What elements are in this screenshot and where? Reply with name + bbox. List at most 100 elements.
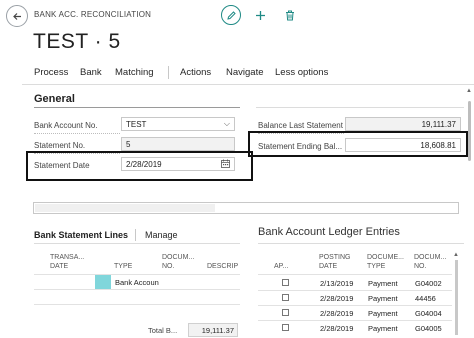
- action-separator: [168, 66, 169, 79]
- action-process[interactable]: Process: [34, 67, 68, 78]
- column-header-line: DATE: [50, 263, 69, 270]
- ledger-entries-title[interactable]: Bank Account Ledger Entries: [258, 226, 400, 238]
- edit-button[interactable]: [221, 5, 241, 25]
- column-document-type[interactable]: DOCUME... TYPE: [367, 253, 404, 271]
- scroll-up-icon[interactable]: ▲: [466, 88, 472, 94]
- cell-document-no[interactable]: G04004: [414, 307, 452, 319]
- cell-document-no[interactable]: 44456: [414, 292, 452, 304]
- applied-checkbox[interactable]: [282, 279, 289, 286]
- arrow-left-icon: [12, 12, 21, 20]
- cell-doc-no[interactable]: [162, 291, 204, 303]
- column-document-no[interactable]: DOCUM... NO.: [162, 253, 194, 271]
- cell-posting-date[interactable]: 2/13/2019: [319, 277, 365, 289]
- top-bar: BANK ACC. RECONCILIATION: [0, 0, 474, 30]
- row-divider: [34, 304, 240, 305]
- action-actions[interactable]: Actions: [180, 67, 211, 78]
- column-header-line: DATE: [319, 263, 338, 270]
- column-posting-date[interactable]: POSTING DATE: [319, 253, 351, 271]
- cell-document-type[interactable]: Payment: [367, 277, 413, 289]
- cell-date[interactable]: [50, 291, 94, 303]
- column-header-line: NO.: [414, 263, 427, 270]
- general-section-rule: [34, 107, 240, 108]
- cell-type[interactable]: [114, 291, 160, 303]
- statement-no-label: Statement No.: [34, 141, 86, 150]
- ledger-scroll-up-icon[interactable]: ▲: [453, 252, 459, 258]
- back-button[interactable]: [6, 5, 28, 27]
- applied-checkbox[interactable]: [282, 294, 289, 301]
- column-transaction-date[interactable]: TRANSA... DATE: [50, 253, 84, 271]
- general-section-title[interactable]: General: [34, 93, 75, 105]
- action-navigate[interactable]: Navigate: [226, 67, 264, 78]
- column-type[interactable]: TYPE: [114, 253, 132, 271]
- statement-no-value: 5: [126, 140, 131, 149]
- selected-cell[interactable]: [95, 275, 111, 289]
- page-scrollbar-thumb[interactable]: [468, 101, 471, 161]
- plus-icon: [255, 10, 265, 20]
- cell-description[interactable]: [207, 291, 239, 303]
- cell-posting-date[interactable]: 2/28/2019: [319, 322, 365, 334]
- cell-type[interactable]: Bank Accoun: [114, 276, 160, 288]
- cell-description[interactable]: [207, 276, 239, 288]
- column-header-line: TYPE: [114, 263, 133, 270]
- column-header-line: POSTING: [319, 254, 351, 261]
- column-header-line: NO.: [162, 263, 175, 270]
- cell-posting-date[interactable]: 2/28/2019: [319, 307, 365, 319]
- cell-document-type[interactable]: Payment: [367, 307, 413, 319]
- new-button[interactable]: [250, 5, 270, 25]
- column-applied[interactable]: AP...: [274, 253, 288, 271]
- row-divider: [258, 305, 452, 306]
- action-matching[interactable]: Matching: [115, 67, 154, 78]
- cell-doc-no[interactable]: [162, 276, 204, 288]
- chevron-down-icon[interactable]: ⌵: [224, 119, 230, 129]
- bank-statement-lines-title[interactable]: Bank Statement Lines: [34, 230, 128, 240]
- action-bar: Process Bank Matching Actions Navigate L…: [22, 62, 474, 82]
- row-divider: [258, 290, 452, 291]
- table-row[interactable]: [34, 291, 240, 303]
- action-bank[interactable]: Bank: [80, 67, 102, 78]
- bank-statement-lines-rule: [34, 243, 240, 244]
- table-row[interactable]: Bank Accoun: [34, 275, 240, 289]
- column-header-line: DOCUM...: [162, 254, 195, 261]
- statement-date-highlight-frame: [26, 151, 253, 181]
- balance-last-statement-value: 19,111.37: [421, 120, 456, 129]
- column-document-no[interactable]: DOCUM... NO.: [414, 253, 446, 271]
- cell-document-type[interactable]: Payment: [367, 292, 413, 304]
- column-description[interactable]: DESCRIP: [207, 253, 238, 271]
- bank-account-no-label: Bank Account No.: [34, 121, 98, 130]
- ledger-entries-rule: [258, 243, 464, 244]
- balance-last-statement-field: 19,111.37: [345, 117, 461, 131]
- applied-checkbox[interactable]: [282, 309, 289, 316]
- statement-no-field[interactable]: 5: [121, 137, 235, 151]
- general-section-rule-right: [256, 107, 464, 108]
- cell-document-type[interactable]: Payment: [367, 322, 413, 334]
- cell-posting-date[interactable]: 2/28/2019: [319, 292, 365, 304]
- pencil-icon: [226, 10, 236, 20]
- table-row[interactable]: 2/28/2019 Payment 44456: [258, 292, 452, 304]
- column-header-line: TRANSA...: [50, 254, 85, 261]
- column-header-line: [114, 253, 132, 262]
- separator-strip-fill: [35, 204, 215, 212]
- bank-account-no-value: TEST: [126, 120, 147, 129]
- row-divider: [34, 274, 240, 275]
- column-header-line: [274, 253, 288, 262]
- applied-checkbox[interactable]: [282, 324, 289, 331]
- manage-button[interactable]: Manage: [145, 230, 178, 240]
- table-row[interactable]: 2/28/2019 Payment G04005: [258, 322, 452, 334]
- row-divider: [34, 289, 240, 290]
- column-header-line: AP...: [274, 263, 289, 270]
- column-header-line: [207, 253, 238, 262]
- cell-document-no[interactable]: G04005: [414, 322, 452, 334]
- cell-document-no[interactable]: G04002: [414, 277, 452, 289]
- field-dotted-rule: [34, 133, 120, 134]
- row-divider: [258, 320, 452, 321]
- bank-account-no-field[interactable]: TEST ⌵: [121, 117, 235, 131]
- ledger-scrollbar-thumb[interactable]: [455, 260, 458, 335]
- table-row[interactable]: 2/13/2019 Payment G04002: [258, 277, 452, 289]
- cell-date[interactable]: [50, 276, 94, 288]
- total-balance-label: Total B...: [148, 326, 178, 335]
- statement-ending-balance-highlight-frame: [248, 131, 468, 157]
- table-row[interactable]: 2/28/2019 Payment G04004: [258, 307, 452, 319]
- separator-strip: [33, 202, 459, 214]
- action-less-options[interactable]: Less options: [275, 67, 328, 78]
- delete-button[interactable]: [280, 5, 300, 25]
